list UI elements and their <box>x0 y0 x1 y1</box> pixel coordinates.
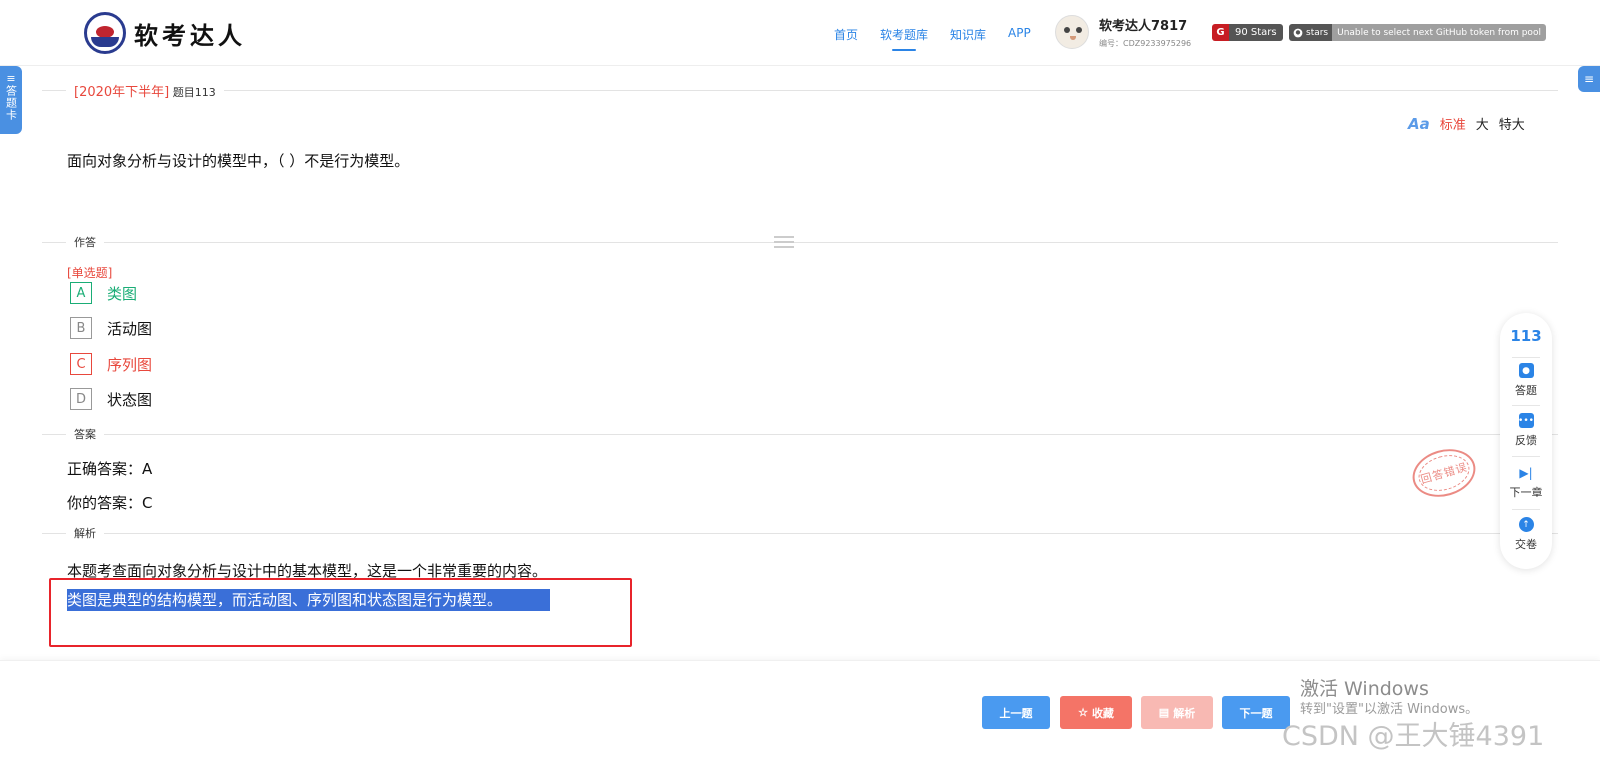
option-text: 活动图 <box>107 319 153 338</box>
document-icon: ▤ <box>1158 707 1170 719</box>
favorite-label: 收藏 <box>1091 707 1114 720</box>
question-number: 题目113 <box>172 86 216 99</box>
feedback-button[interactable]: ••• 反馈 <box>1500 413 1552 448</box>
answer-card-label: 答题卡 <box>4 85 18 121</box>
chat-icon: ••• <box>1518 413 1534 428</box>
divider <box>42 242 1558 243</box>
exam-year-tag: [2020年下半年] <box>74 85 170 100</box>
csdn-watermark: CSDN @王大锤4391 <box>1282 721 1545 752</box>
feedback-label: 反馈 <box>1515 434 1537 447</box>
menu-icon: ≡ <box>6 72 16 85</box>
site-logo[interactable]: 软考达人 <box>84 12 246 54</box>
option-b[interactable]: B 活动图 <box>70 317 152 339</box>
divider <box>42 533 1558 534</box>
user-id: 编号：CDZ9233975296 <box>1099 39 1192 48</box>
nav-question-bank[interactable]: 软考题库 <box>880 26 928 51</box>
star-icon: ☆ <box>1078 707 1088 719</box>
question-header: [2020年下半年] 题目113 <box>66 81 224 100</box>
drag-handle-icon[interactable] <box>774 236 794 248</box>
favorite-button[interactable]: ☆ 收藏 <box>1060 696 1132 729</box>
option-text: 类图 <box>107 284 138 303</box>
your-answer: 你的答案：C <box>67 494 153 512</box>
gitee-icon: G <box>1212 24 1229 41</box>
right-menu-tab[interactable]: ≡ <box>1578 66 1600 92</box>
answer-card-tab[interactable]: ≡ 答题卡 <box>0 66 22 134</box>
option-letter: C <box>70 353 92 375</box>
explain-label: 解析 <box>1173 707 1196 720</box>
option-text: 序列图 <box>107 355 153 374</box>
submit-exam-button[interactable]: ↑ 交卷 <box>1500 517 1552 552</box>
github-stars-label: stars <box>1306 27 1329 38</box>
annotation-highlight-box <box>49 578 632 647</box>
logo-emblem-icon <box>84 12 126 54</box>
question-type: [单选题] <box>67 266 113 280</box>
font-size-xlarge[interactable]: 特大 <box>1499 114 1525 133</box>
font-size-standard[interactable]: 标准 <box>1440 114 1466 133</box>
font-size-icon: Aa <box>1408 114 1430 133</box>
nav-app[interactable]: APP <box>1008 26 1031 43</box>
current-question-number: 113 <box>1510 327 1542 345</box>
answer-sheet-button[interactable]: ● 答题 <box>1500 363 1552 398</box>
github-icon <box>1293 28 1303 37</box>
site-name: 软考达人 <box>134 21 246 50</box>
next-question-label: 下一题 <box>1239 707 1273 720</box>
section-answering-title: 作答 <box>66 234 104 250</box>
gitee-stars-badge[interactable]: G 90 Stars <box>1212 24 1283 41</box>
previous-question-label: 上一题 <box>999 707 1033 720</box>
previous-question-button[interactable]: 上一题 <box>982 696 1050 729</box>
stars-count: 90 Stars <box>1229 24 1283 41</box>
option-letter: B <box>70 317 92 339</box>
divider <box>42 434 1558 435</box>
user-profile[interactable]: 软考达人7817 编号：CDZ9233975296 <box>1055 15 1191 49</box>
header: 软考达人 首页 软考题库 知识库 APP 软考达人7817 编号：CDZ9233… <box>0 0 1600 66</box>
user-name: 软考达人7817 <box>1099 19 1188 34</box>
nav-home[interactable]: 首页 <box>834 26 858 43</box>
option-c[interactable]: C 序列图 <box>70 353 152 375</box>
font-size-switcher: Aa 标准 大 特大 <box>1408 114 1525 134</box>
option-a[interactable]: A 类图 <box>70 282 137 304</box>
answer-sheet-label: 答题 <box>1515 384 1537 397</box>
upload-icon: ↑ <box>1518 517 1534 532</box>
github-error-message: Unable to select next GitHub token from … <box>1332 24 1546 41</box>
shield-icon: ● <box>1518 363 1534 378</box>
windows-activation-title: 激活 Windows <box>1300 678 1429 700</box>
divider <box>42 90 1558 91</box>
skip-next-icon: ▶| <box>1519 465 1533 480</box>
menu-icon: ≡ <box>1583 72 1595 86</box>
next-chapter-label: 下一章 <box>1509 486 1543 499</box>
question-text: 面向对象分析与设计的模型中，（ ）不是行为模型。 <box>67 152 410 170</box>
wrong-answer-stamp: 回答错误 <box>1406 442 1482 504</box>
option-d[interactable]: D 状态图 <box>70 388 152 410</box>
floating-action-panel: 113 ● 答题 ••• 反馈 ▶| 下一章 ↑ 交卷 <box>1500 313 1552 569</box>
option-letter: A <box>70 282 92 304</box>
option-letter: D <box>70 388 92 410</box>
next-question-button[interactable]: 下一题 <box>1222 696 1290 729</box>
avatar[interactable] <box>1055 15 1089 49</box>
nav-knowledge-base[interactable]: 知识库 <box>950 26 986 43</box>
main-nav: 首页 软考题库 知识库 APP <box>834 26 1031 51</box>
next-chapter-button[interactable]: ▶| 下一章 <box>1500 465 1552 500</box>
github-stars-badge[interactable]: stars Unable to select next GitHub token… <box>1289 24 1546 41</box>
explain-button[interactable]: ▤ 解析 <box>1141 696 1213 729</box>
option-text: 状态图 <box>107 390 153 409</box>
section-answer-title: 答案 <box>66 426 104 442</box>
section-analysis-title: 解析 <box>66 525 104 541</box>
font-size-large[interactable]: 大 <box>1476 114 1489 133</box>
correct-answer: 正确答案：A <box>67 460 153 478</box>
submit-exam-label: 交卷 <box>1515 538 1537 551</box>
